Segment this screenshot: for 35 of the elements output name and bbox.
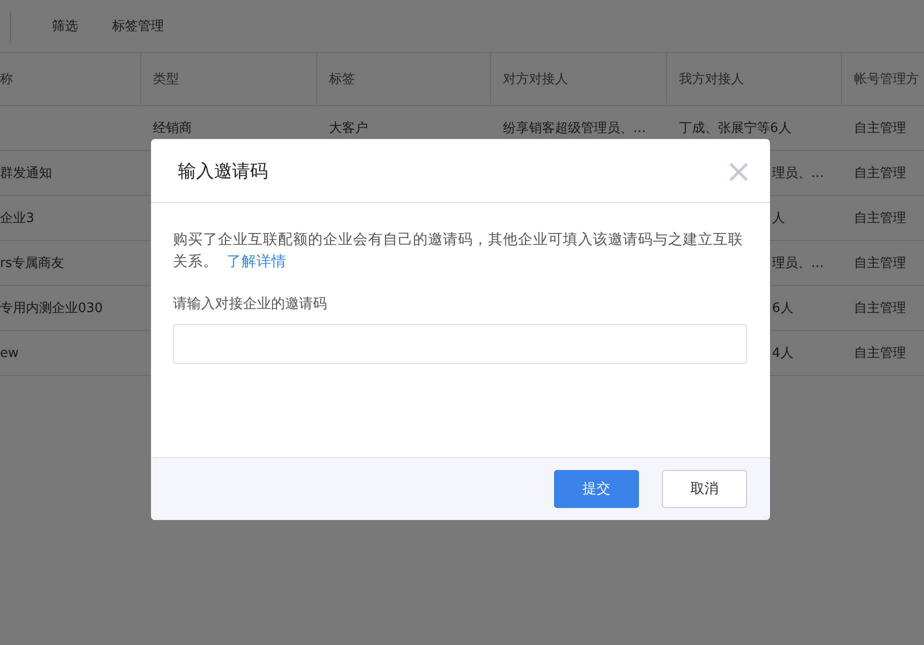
table-cell-text: 自主管理 — [853, 300, 907, 318]
table-cell-text: 大客户 — [328, 120, 369, 138]
column-header: 标签 — [317, 53, 491, 105]
cancel-button[interactable]: 取消 — [662, 470, 747, 508]
table-cell-text: 专用内测企业030 — [0, 300, 104, 318]
table-cell-text: 人 — [772, 210, 786, 228]
table-cell-text: 理员、… — [772, 255, 825, 273]
toolbar-tab[interactable]: 筛选 — [41, 17, 89, 35]
table-cell-text: 群发通知 — [0, 165, 53, 183]
table-cell-text: 自主管理 — [853, 255, 907, 273]
column-header: 称 — [0, 53, 141, 105]
table-cell-text: rs专属商友 — [0, 255, 66, 273]
submit-button[interactable]: 提交 — [554, 470, 639, 508]
column-header: 对方对接人 — [491, 53, 667, 105]
field-label: 请输入对接企业的邀请码 — [173, 295, 328, 313]
description-text: 购买了企业互联配额的企业会有自己的邀请码，其他企业可填入该邀请码与之建立互联关系。 了解详情 — [173, 230, 744, 272]
table-cell-text: ew — [0, 344, 20, 362]
table-cell-text: 4人 — [772, 345, 794, 363]
column-header: 帐号管理方 — [842, 53, 924, 105]
toolbar-tab[interactable]: 标签管理 — [101, 17, 175, 35]
invite-code-field[interactable] — [173, 324, 747, 364]
dialog-title: 输入邀请码 — [178, 160, 268, 182]
table-cell-text: 丁成、张展宁等6人 — [678, 120, 792, 138]
table-cell-text: 经销商 — [152, 120, 193, 138]
table-cell-text: 自主管理 — [853, 345, 907, 363]
column-header: 类型 — [141, 53, 317, 105]
table-cell-text: 纷享销客超级管理员、… — [502, 120, 647, 138]
table-cell-text: 企业3 — [0, 210, 36, 228]
learn-more-link[interactable]: 了解详情 — [226, 254, 287, 270]
table-cell-text: 自主管理 — [853, 165, 907, 183]
table-cell-text: 自主管理 — [853, 120, 907, 138]
table-cell-text: 6人 — [772, 300, 794, 318]
table-cell-text: 自主管理 — [853, 210, 907, 228]
table-cell-text: 理员、… — [772, 165, 825, 183]
column-header: 我方对接人 — [667, 53, 842, 105]
